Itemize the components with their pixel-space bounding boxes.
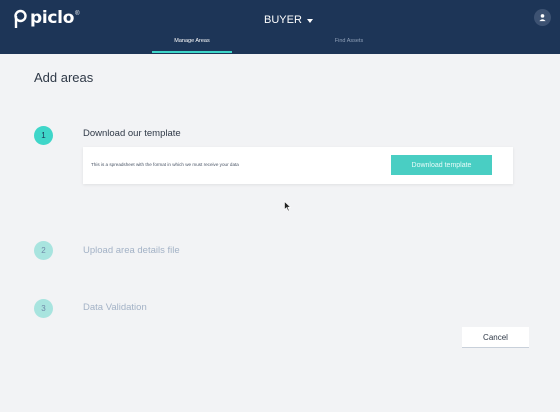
step-3-indicator: 3 [34,299,53,318]
step-3-label: Data Validation [83,302,147,313]
tab-find-assets[interactable]: Find Assets [310,38,388,54]
active-tab-indicator [152,51,232,53]
registered-mark: ® [75,11,80,17]
step-1-label: Download our template [83,128,181,139]
user-icon [539,14,546,22]
piclo-logo-icon [14,9,27,28]
template-card: This is a spreadsheet with the format in… [83,147,513,184]
account-button[interactable] [534,9,551,26]
template-description: This is a spreadsheet with the format in… [91,162,239,167]
role-label: BUYER [264,14,302,26]
logo-wordmark: piclo [30,8,75,28]
download-template-button[interactable]: Download template [391,155,492,175]
top-navigation-bar: piclo ® BUYER Manage Areas Find Assets [0,0,560,54]
step-1-indicator: 1 [34,126,53,145]
caret-down-icon [306,18,313,23]
cancel-button[interactable]: Cancel [462,327,529,348]
role-dropdown[interactable]: BUYER [264,12,313,28]
piclo-logo[interactable]: piclo ® [13,8,80,29]
step-2-indicator: 2 [34,241,53,260]
step-2-label: Upload area details file [83,245,180,256]
mouse-pointer-icon [284,201,291,212]
page-title: Add areas [34,70,94,85]
